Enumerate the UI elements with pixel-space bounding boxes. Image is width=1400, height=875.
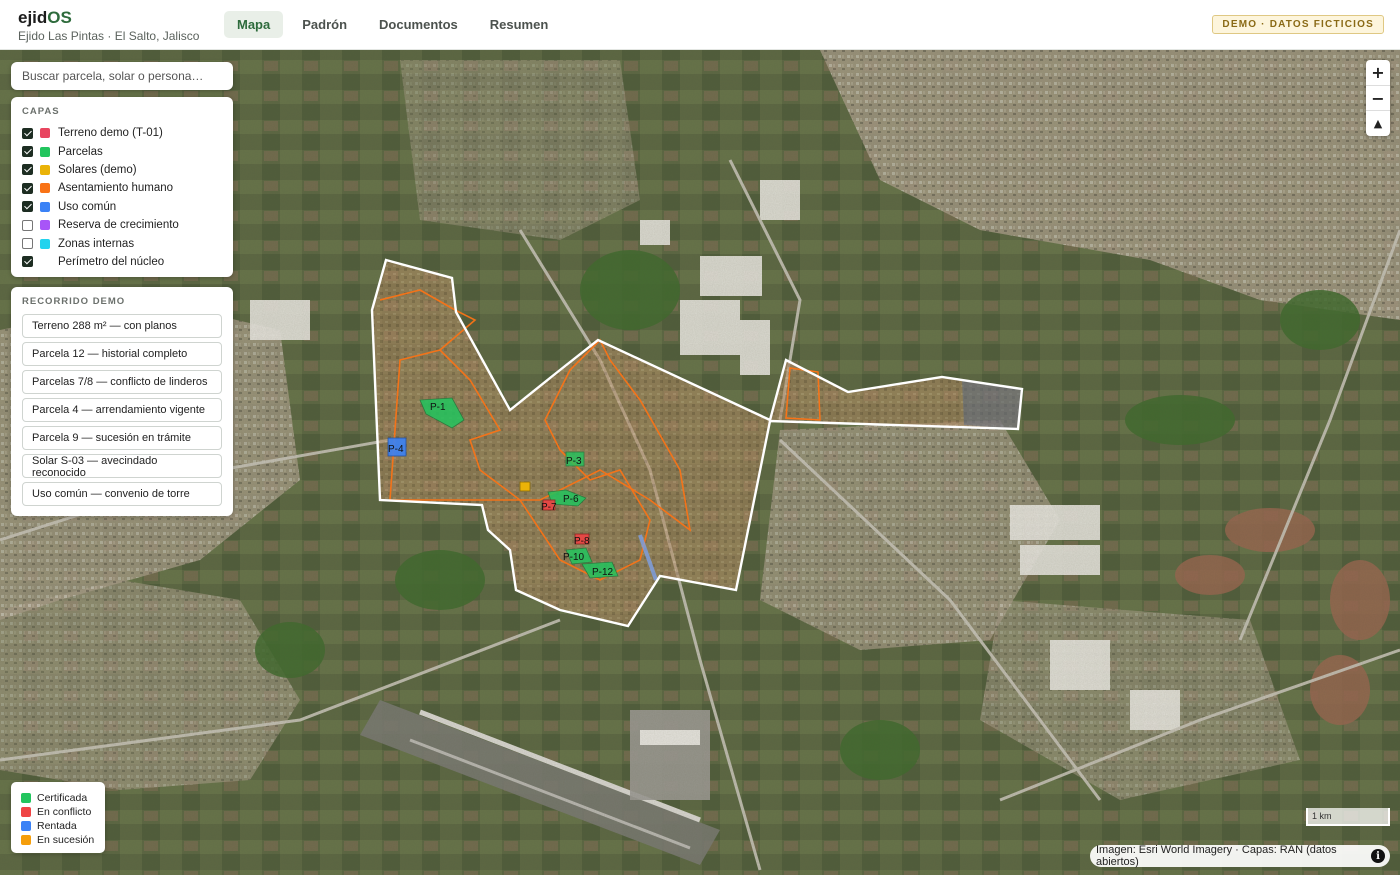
brand-logo[interactable]: ejidOS bbox=[18, 8, 199, 28]
zoom-controls: + − ▲ bbox=[1366, 60, 1390, 136]
info-icon[interactable]: i bbox=[1371, 849, 1385, 863]
layer-zonas-internas[interactable]: Zonas internas bbox=[22, 234, 222, 252]
layer-checkbox[interactable] bbox=[22, 219, 33, 231]
legend-label: En sucesión bbox=[37, 834, 95, 846]
legend-swatch bbox=[21, 835, 31, 845]
layer-color-swatch bbox=[40, 220, 50, 231]
layer-color-swatch bbox=[40, 146, 50, 157]
legend-label: Certificada bbox=[37, 792, 88, 804]
layer-color-swatch bbox=[40, 128, 50, 139]
demo-tour-panel: RECORRIDO DEMO Terreno 288 m² — con plan… bbox=[11, 287, 233, 516]
scale-bar: 1 km bbox=[1306, 808, 1390, 826]
demo-badge: DEMO · DATOS FICTICIOS bbox=[1212, 15, 1384, 34]
layer-checkbox[interactable] bbox=[22, 146, 33, 158]
legend-item-rentada: Rentada bbox=[21, 819, 105, 833]
map-attribution: Imagen: Esri World Imagery · Capas: RAN … bbox=[1090, 844, 1390, 868]
ejido-subtitle: Ejido Las Pintas · El Salto, Jalisco bbox=[18, 29, 200, 43]
layer-label: Zonas internas bbox=[58, 237, 135, 250]
tour-button-parcela-12[interactable]: Parcela 12 — historial completo bbox=[22, 342, 222, 366]
layer-label: Perímetro del núcleo bbox=[58, 255, 165, 268]
brand-prefix: ejid bbox=[18, 8, 48, 27]
status-legend: Certificada En conflicto Rentada En suce… bbox=[11, 782, 105, 853]
layer-asentamiento[interactable]: Asentamiento humano bbox=[22, 179, 222, 197]
compass-icon[interactable]: ▲ bbox=[1366, 110, 1390, 135]
brand: ejidOS Ejido Las Pintas · El Salto, Jali… bbox=[18, 8, 199, 44]
tour-button-solar-s03[interactable]: Solar S-03 — avecindado reconocido bbox=[22, 454, 222, 479]
layer-label: Reserva de crecimiento bbox=[58, 219, 179, 232]
layer-label: Uso común bbox=[58, 200, 117, 213]
brand-suffix: OS bbox=[47, 8, 72, 27]
layer-checkbox[interactable] bbox=[22, 127, 33, 139]
legend-item-conflicto: En conflicto bbox=[21, 805, 105, 819]
top-bar: ejidOS Ejido Las Pintas · El Salto, Jali… bbox=[0, 0, 1400, 50]
layer-checkbox[interactable] bbox=[22, 201, 33, 213]
legend-item-certificada: Certificada bbox=[21, 791, 105, 805]
tour-button-parcela-4[interactable]: Parcela 4 — arrendamiento vigente bbox=[22, 398, 222, 422]
layer-uso-comun[interactable]: Uso común bbox=[22, 198, 222, 216]
zoom-in-button[interactable]: + bbox=[1366, 60, 1390, 85]
layer-perimetro[interactable]: Perímetro del núcleo bbox=[22, 253, 222, 271]
layer-color-swatch bbox=[40, 256, 50, 267]
layer-label: Terreno demo (T-01) bbox=[58, 127, 163, 140]
tab-resumen[interactable]: Resumen bbox=[477, 11, 562, 38]
solar-s03[interactable] bbox=[519, 481, 531, 492]
parcel-label-p7: P-7 bbox=[541, 502, 557, 513]
search-input[interactable] bbox=[11, 62, 233, 90]
tour-title: RECORRIDO DEMO bbox=[22, 296, 126, 307]
layer-checkbox[interactable] bbox=[22, 256, 33, 268]
layer-color-swatch bbox=[40, 183, 50, 194]
layer-terreno-demo[interactable]: Terreno demo (T-01) bbox=[22, 124, 222, 142]
parcel-label-p12: P-12 bbox=[592, 567, 614, 578]
tab-documentos[interactable]: Documentos bbox=[366, 11, 471, 38]
tour-button-terreno[interactable]: Terreno 288 m² — con planos bbox=[22, 314, 222, 338]
legend-label: En conflicto bbox=[37, 806, 92, 818]
tab-padron[interactable]: Padrón bbox=[289, 11, 360, 38]
layer-label: Parcelas bbox=[58, 145, 103, 158]
legend-item-sucesion: En sucesión bbox=[21, 833, 105, 847]
parcel-label-p4: P-4 bbox=[388, 444, 404, 455]
layer-solares[interactable]: Solares (demo) bbox=[22, 161, 222, 179]
layer-reserva[interactable]: Reserva de crecimiento bbox=[22, 216, 222, 234]
parcel-label-p8: P-8 bbox=[574, 536, 590, 547]
parcel-label-p6: P-6 bbox=[563, 494, 579, 505]
legend-swatch bbox=[21, 821, 31, 831]
layer-label: Solares (demo) bbox=[58, 163, 137, 176]
attribution-text: Imagen: Esri World Imagery · Capas: RAN … bbox=[1096, 844, 1337, 868]
zoom-out-button[interactable]: − bbox=[1366, 85, 1390, 110]
tab-mapa[interactable]: Mapa bbox=[224, 11, 284, 38]
layer-label: Asentamiento humano bbox=[58, 182, 174, 195]
legend-swatch bbox=[21, 807, 31, 817]
tour-button-parcelas-7-8[interactable]: Parcelas 7/8 — conflicto de linderos bbox=[22, 370, 222, 394]
layer-checkbox[interactable] bbox=[22, 238, 33, 250]
tour-button-uso-comun[interactable]: Uso común — convenio de torre bbox=[22, 482, 222, 506]
layers-title: CAPAS bbox=[22, 106, 60, 117]
layers-panel: CAPAS Terreno demo (T-01) Parcelas Solar… bbox=[11, 97, 233, 277]
parcel-label-p1: P-1 bbox=[430, 402, 446, 413]
parcel-label-p3: P-3 bbox=[566, 456, 582, 467]
legend-swatch bbox=[21, 793, 31, 803]
layer-color-swatch bbox=[40, 164, 50, 175]
layer-checkbox[interactable] bbox=[22, 182, 33, 194]
parcel-label-p10: P-10 bbox=[563, 552, 585, 563]
layer-color-swatch bbox=[40, 201, 50, 212]
tour-button-parcela-9[interactable]: Parcela 9 — sucesión en trámite bbox=[22, 426, 222, 450]
layer-checkbox[interactable] bbox=[22, 164, 33, 176]
layer-color-swatch bbox=[40, 238, 50, 249]
layer-parcelas[interactable]: Parcelas bbox=[22, 142, 222, 160]
main-nav: Mapa Padrón Documentos Resumen bbox=[224, 11, 561, 38]
legend-label: Rentada bbox=[37, 820, 77, 832]
